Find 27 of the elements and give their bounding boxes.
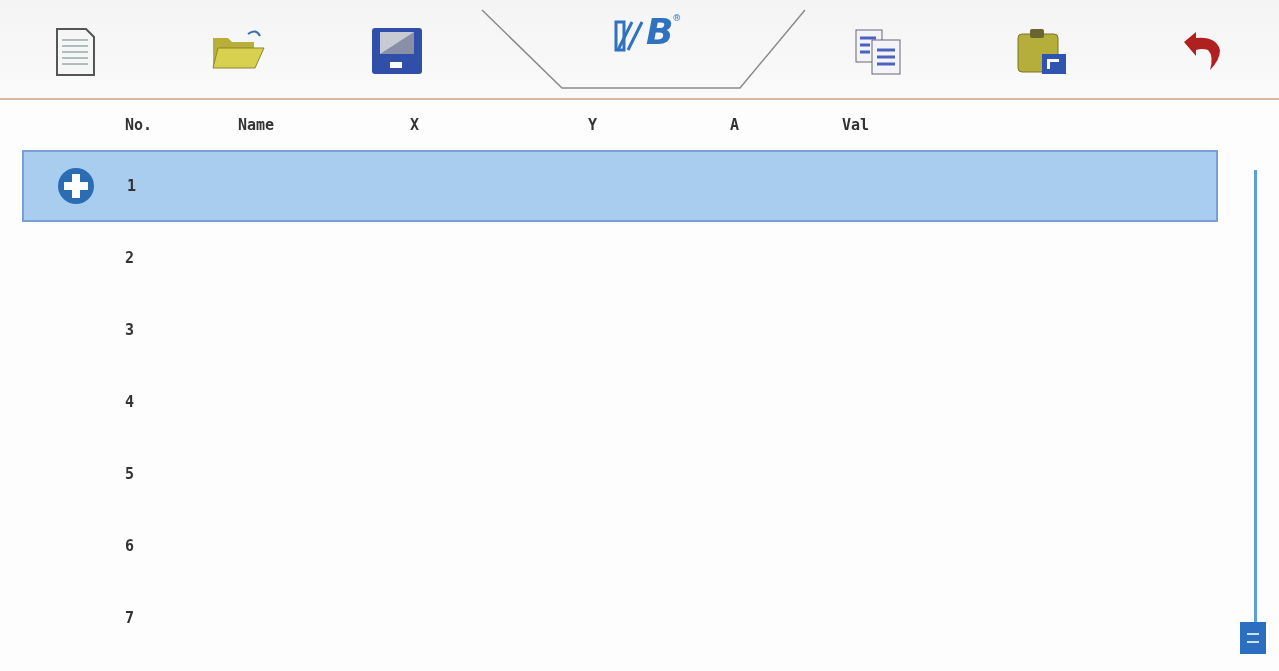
column-header: X [410, 116, 421, 134]
column-header: Val [842, 116, 871, 134]
column-header: No. [125, 116, 154, 134]
table-row[interactable]: 2 [22, 222, 1218, 294]
logo-text: B [646, 12, 674, 52]
column-header: Name [238, 116, 276, 134]
scrollbar[interactable] [1254, 170, 1257, 622]
table-row[interactable]: 5 [22, 438, 1218, 510]
table-row[interactable]: 7 [22, 582, 1218, 654]
row-number: 1 [127, 177, 137, 195]
row-number: 7 [125, 609, 135, 627]
column-header: Y [588, 116, 599, 134]
row-number: 3 [125, 321, 135, 339]
row-number: 5 [125, 465, 135, 483]
row-number: 4 [125, 393, 135, 411]
selected-row[interactable]: 1 [22, 150, 1218, 222]
table-row[interactable]: 6 [22, 510, 1218, 582]
table-row[interactable]: 4 [22, 366, 1218, 438]
save-button[interactable] [370, 26, 424, 76]
column-header: A [730, 116, 741, 134]
row-number: 2 [125, 249, 135, 267]
registered-mark: ® [673, 12, 681, 24]
scroll-thumb[interactable] [1240, 622, 1266, 654]
row-number: 6 [125, 537, 135, 555]
logo-icon [614, 20, 646, 52]
add-icon[interactable] [56, 167, 95, 205]
table-row[interactable]: 3 [22, 294, 1218, 366]
